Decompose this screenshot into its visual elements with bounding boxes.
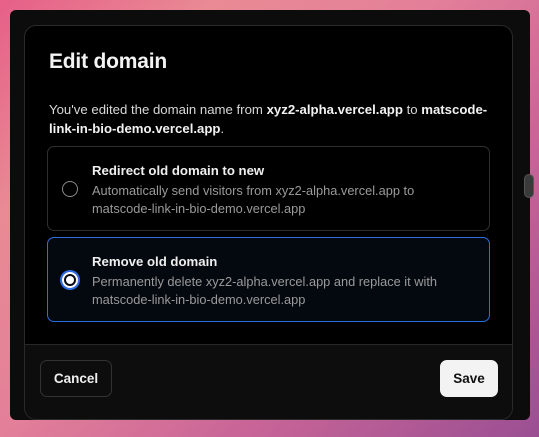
save-button[interactable]: Save (440, 360, 498, 397)
dialog-title: Edit domain (49, 50, 167, 73)
resize-handle[interactable] (524, 174, 534, 198)
dialog-description: You've edited the domain name from xyz2-… (49, 100, 499, 138)
edit-domain-dialog: Edit domain You've edited the domain nam… (24, 25, 513, 420)
dialog-footer: Cancel Save (25, 344, 512, 419)
cancel-button[interactable]: Cancel (40, 360, 112, 397)
radio-checked-icon[interactable] (62, 272, 78, 288)
option-redirect-old-domain[interactable]: Redirect old domain to new Automatically… (47, 146, 490, 231)
radio-unchecked-icon[interactable] (62, 181, 78, 197)
description-middle: to (402, 102, 422, 117)
option-description: Automatically send visitors from xyz2-al… (92, 183, 415, 216)
option-title: Remove old domain (92, 254, 218, 269)
option-description: Permanently delete xyz2-alpha.vercel.app… (92, 274, 437, 307)
option-remove-old-domain[interactable]: Remove old domain Permanently delete xyz… (47, 237, 490, 322)
description-suffix: . (220, 121, 225, 136)
old-domain-name: xyz2-alpha.vercel.app (266, 102, 403, 117)
description-prefix: You've edited the domain name from (49, 102, 267, 117)
option-title: Redirect old domain to new (92, 163, 265, 178)
